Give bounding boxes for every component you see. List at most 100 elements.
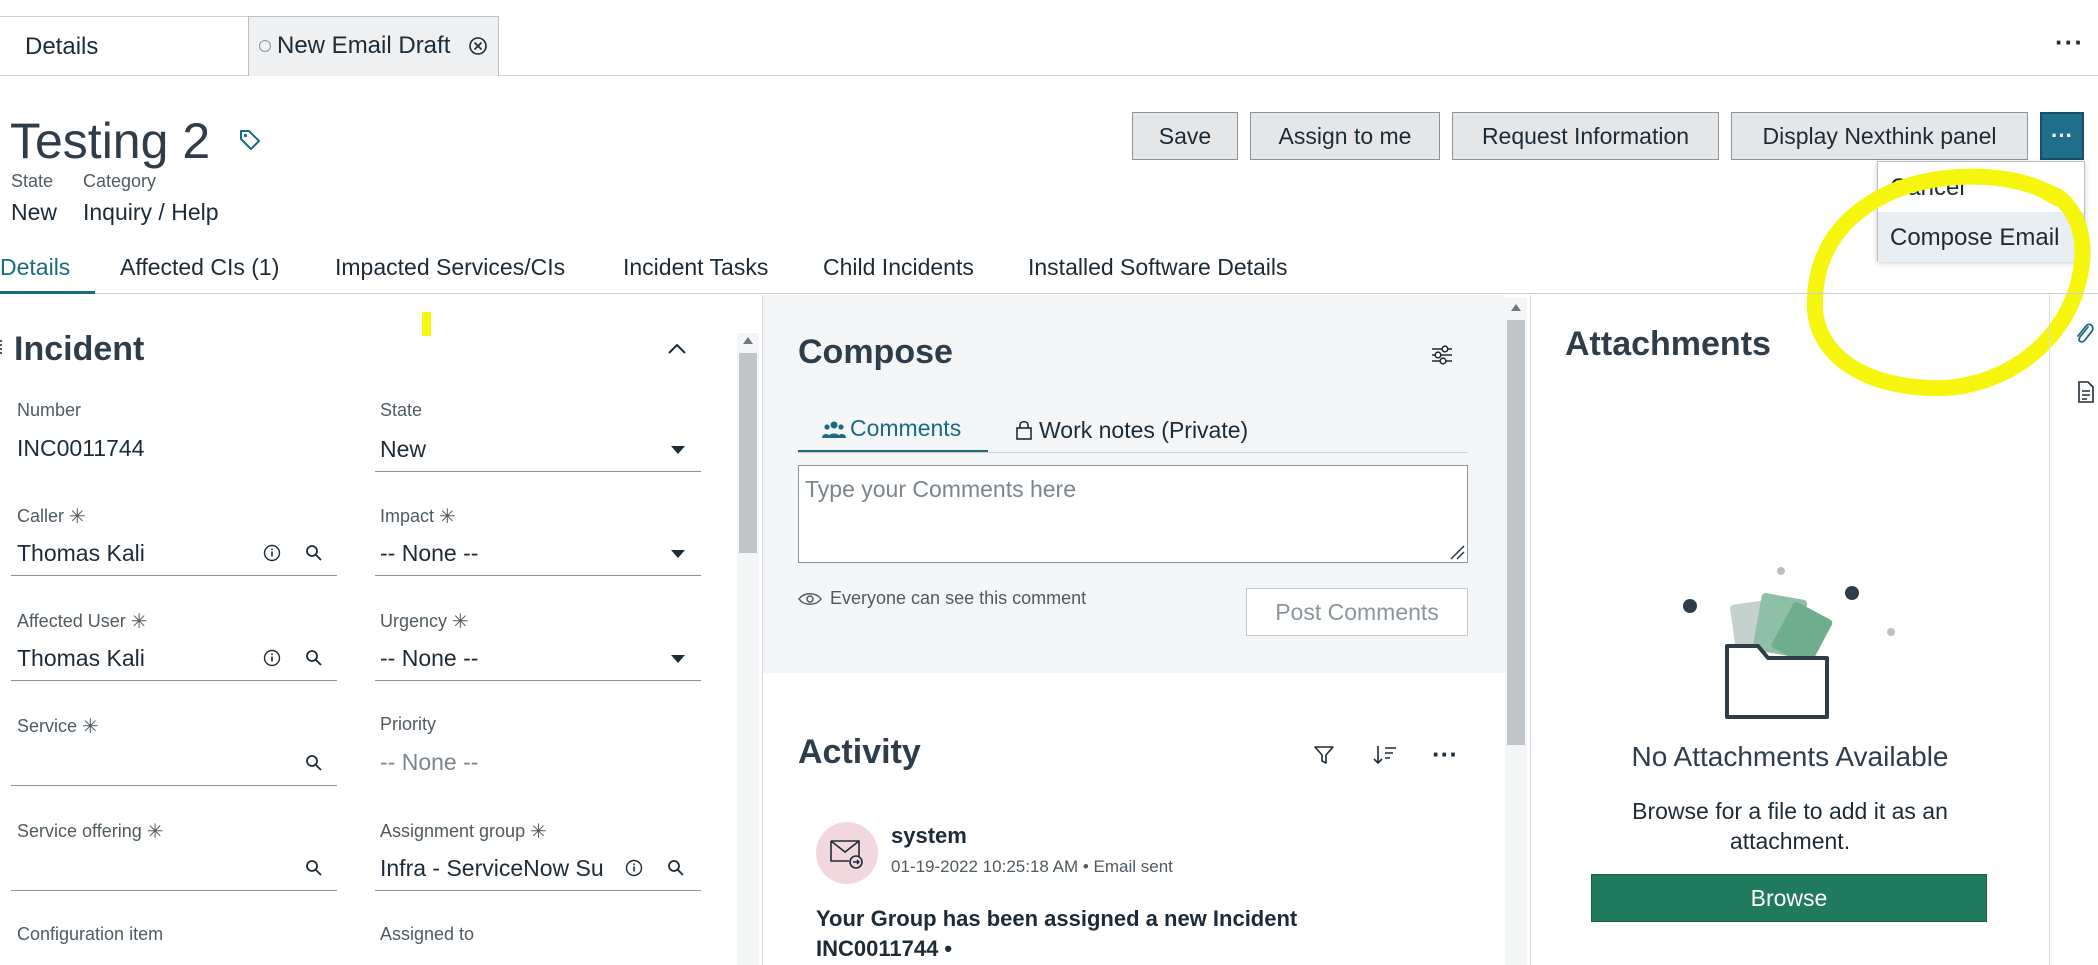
top-more-options-icon[interactable]: ···: [2055, 29, 2084, 55]
tab-new-email-draft-label: New Email Draft: [277, 32, 451, 59]
document-icon[interactable]: [2077, 380, 2095, 404]
priority-value: -- None --: [380, 749, 479, 775]
number-value: INC0011744: [17, 435, 145, 461]
service-field[interactable]: [11, 742, 337, 786]
compose-scrollbar[interactable]: [1505, 298, 1527, 965]
service-offering-label: Service offering ✳: [17, 821, 164, 843]
eye-icon: [798, 592, 822, 605]
assignment-group-field[interactable]: Infra - ServiceNow Su: [375, 847, 701, 891]
email-sent-icon: [830, 840, 863, 869]
caret-down-icon: [671, 550, 685, 558]
divider: [1530, 295, 1531, 965]
tab-child-incidents[interactable]: Child Incidents: [823, 246, 974, 294]
section-tab-bar: Details Affected CIs (1) Impacted Servic…: [0, 246, 2098, 294]
resize-handle-icon[interactable]: [1447, 542, 1465, 560]
search-icon[interactable]: [667, 859, 685, 877]
affected-user-label: Affected User ✳: [17, 611, 148, 633]
tag-icon[interactable]: [238, 128, 262, 152]
tab-impacted-services[interactable]: Impacted Services/CIs: [335, 246, 565, 294]
info-icon[interactable]: [263, 649, 281, 667]
browse-button[interactable]: Browse: [1591, 874, 1987, 922]
avatar: [816, 822, 878, 884]
activity-timestamp: 01-19-2022 10:25:18 AM • Email sent: [891, 857, 1173, 876]
caret-down-icon: [671, 655, 685, 663]
category-meta-label: Category: [83, 171, 157, 191]
caller-field[interactable]: Thomas Kali: [11, 532, 337, 576]
activity-more-icon[interactable]: ···: [1432, 741, 1458, 767]
attachments-title: Attachments: [1565, 325, 1771, 363]
lock-icon: [1016, 420, 1032, 440]
menu-item-cancel[interactable]: Cancel: [1878, 162, 2084, 212]
no-attachments-title: No Attachments Available: [1631, 741, 1949, 772]
close-tab-icon[interactable]: [468, 36, 488, 56]
caller-value: Thomas Kali: [17, 540, 145, 566]
form-scrollbar[interactable]: [737, 333, 759, 965]
tab-installed-software[interactable]: Installed Software Details: [1028, 246, 1288, 294]
state-select-value: New: [380, 436, 427, 462]
tab-details-top[interactable]: Details: [0, 16, 248, 76]
assign-to-me-button[interactable]: Assign to me: [1250, 112, 1440, 160]
tab-comments[interactable]: Comments: [798, 407, 988, 453]
display-nexthink-panel-button[interactable]: Display Nexthink panel: [1731, 112, 2028, 160]
category-meta-value: Inquiry / Help: [83, 199, 219, 225]
tab-details[interactable]: Details: [0, 246, 95, 294]
sidebar-divider: [2049, 295, 2050, 965]
comment-placeholder: Type your Comments here: [805, 476, 1077, 502]
impact-select[interactable]: -- None --: [375, 532, 701, 576]
info-icon[interactable]: [263, 544, 281, 562]
tab-comments-label: Comments: [850, 415, 962, 441]
info-icon[interactable]: [625, 859, 643, 877]
incident-section-title: Incident: [14, 330, 145, 368]
state-meta-label: State: [11, 171, 54, 191]
attachments-help-text: Browse for a file to add it as an attach…: [1632, 798, 1948, 854]
search-icon[interactable]: [305, 859, 323, 877]
assigned-to-label: Assigned to: [380, 924, 475, 944]
tab-new-email-draft[interactable]: New Email Draft: [248, 16, 499, 76]
collapse-chevron-up-icon[interactable]: [666, 342, 688, 356]
more-actions-button[interactable]: ···: [2040, 112, 2084, 160]
visibility-note: Everyone can see this comment: [798, 588, 1086, 609]
yellow-highlight-mark: [422, 312, 431, 336]
activity-body: Your Group has been assigned a new Incid…: [816, 906, 1298, 961]
save-button[interactable]: Save: [1132, 112, 1238, 160]
affected-user-value: Thomas Kali: [17, 645, 145, 671]
tab-work-notes[interactable]: Work notes (Private): [1015, 407, 1248, 453]
caller-label: Caller ✳: [17, 506, 86, 528]
search-icon[interactable]: [305, 649, 323, 667]
record-title: Testing 2: [10, 113, 211, 169]
request-information-button[interactable]: Request Information: [1452, 112, 1719, 160]
panel-edge-handle[interactable]: [0, 340, 3, 354]
assignment-group-value: Infra - ServiceNow Su: [380, 855, 604, 881]
paperclip-icon[interactable]: [2074, 320, 2094, 346]
caret-down-icon: [671, 446, 685, 454]
post-comments-button[interactable]: Post Comments: [1246, 588, 1468, 636]
activity-user: system: [891, 823, 967, 848]
tab-work-notes-label: Work notes (Private): [1039, 416, 1249, 443]
comment-textarea[interactable]: Type your Comments here: [798, 465, 1468, 563]
compose-settings-icon[interactable]: [1430, 344, 1454, 366]
tab-details-label: Details: [25, 33, 99, 60]
compose-title: Compose: [798, 333, 953, 371]
urgency-label: Urgency ✳: [380, 611, 469, 633]
affected-user-field[interactable]: Thomas Kali: [11, 637, 337, 681]
service-label: Service ✳: [17, 716, 99, 738]
tab-affected-cis[interactable]: Affected CIs (1): [120, 246, 279, 294]
priority-label: Priority: [380, 714, 437, 734]
urgency-select-value: -- None --: [380, 645, 479, 671]
impact-label: Impact ✳: [380, 506, 456, 528]
impact-select-value: -- None --: [380, 540, 479, 566]
filter-icon[interactable]: [1313, 744, 1335, 766]
service-offering-field[interactable]: [11, 847, 337, 891]
state-select[interactable]: New: [375, 428, 701, 472]
state-label: State: [380, 400, 423, 420]
compose-tab-divider: [798, 452, 1468, 453]
search-icon[interactable]: [305, 544, 323, 562]
activity-title: Activity: [798, 733, 921, 771]
sort-icon[interactable]: [1373, 744, 1397, 766]
number-label: Number: [17, 400, 82, 420]
empty-folder-illustration: [1683, 567, 1895, 719]
search-icon[interactable]: [305, 754, 323, 772]
tab-incident-tasks[interactable]: Incident Tasks: [623, 246, 768, 294]
urgency-select[interactable]: -- None --: [375, 637, 701, 681]
state-meta-value: New: [11, 199, 58, 225]
